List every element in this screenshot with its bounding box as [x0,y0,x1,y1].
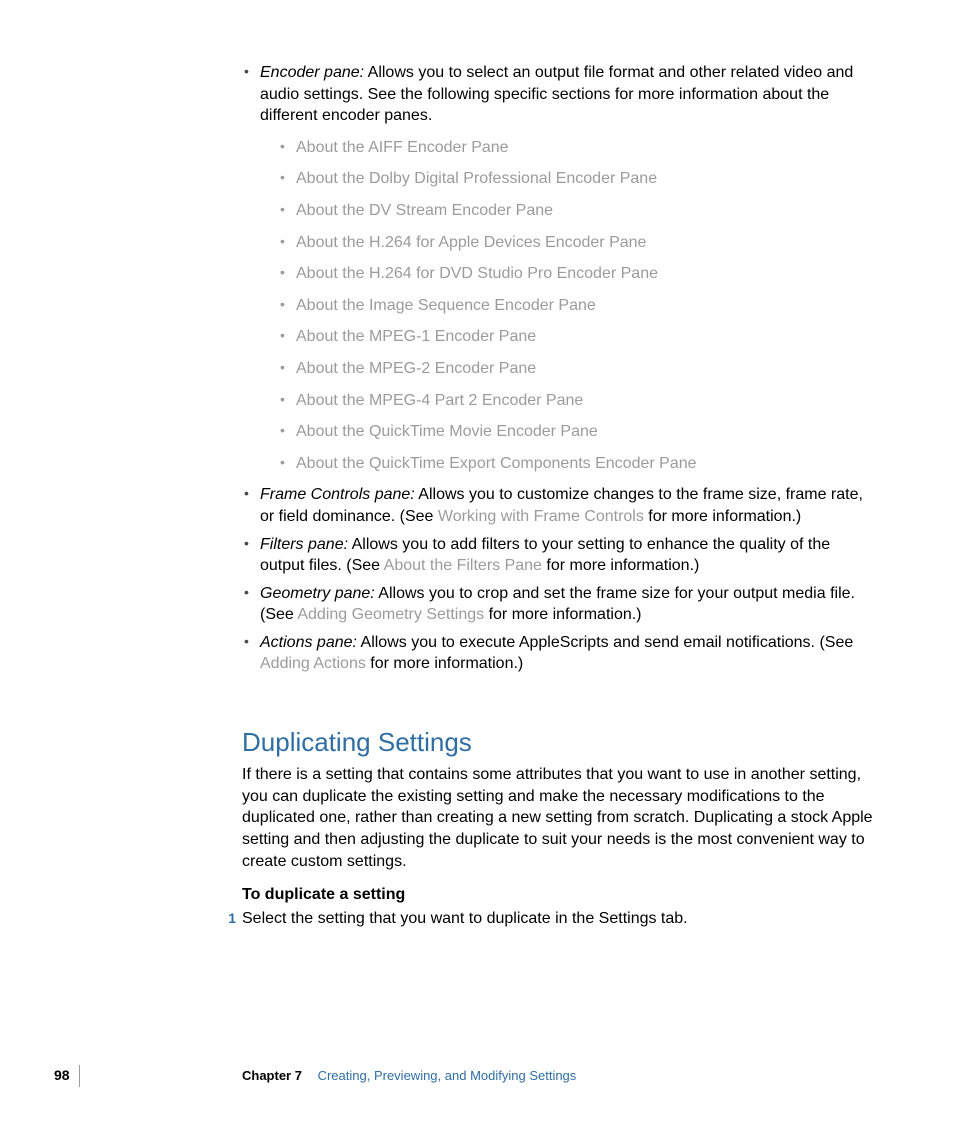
chapter-title: Creating, Previewing, and Modifying Sett… [318,1068,577,1083]
encoder-link[interactable]: About the AIFF Encoder Pane [296,139,509,156]
list-item: About the Dolby Digital Professional Enc… [278,168,876,190]
page: Encoder pane: Allows you to select an ou… [0,0,954,1145]
geometry-link[interactable]: Adding Geometry Settings [297,606,484,623]
actions-pane-item: Actions pane: Allows you to execute Appl… [242,632,876,675]
list-item: About the MPEG-2 Encoder Pane [278,358,876,380]
step-text: Select the setting that you want to dupl… [242,908,688,930]
list-item: About the QuickTime Export Components En… [278,453,876,475]
list-item: About the DV Stream Encoder Pane [278,200,876,222]
list-item: About the H.264 for DVD Studio Pro Encod… [278,263,876,285]
encoder-link[interactable]: About the Dolby Digital Professional Enc… [296,170,657,187]
list-item: About the AIFF Encoder Pane [278,137,876,159]
page-number: 98 [54,1066,70,1085]
encoder-pane-item: Encoder pane: Allows you to select an ou… [242,62,876,474]
panes-list: Encoder pane: Allows you to select an ou… [242,62,876,675]
filters-link[interactable]: About the Filters Pane [384,557,542,574]
section-heading: Duplicating Settings [242,725,876,760]
frame-after: for more information.) [644,508,801,525]
geometry-term: Geometry pane: [260,585,375,602]
procedure-heading: To duplicate a setting [242,884,876,906]
encoder-link[interactable]: About the DV Stream Encoder Pane [296,202,553,219]
step-number: 1 [214,909,236,928]
encoder-link[interactable]: About the QuickTime Movie Encoder Pane [296,423,598,440]
filters-pane-item: Filters pane: Allows you to add filters … [242,534,876,577]
filters-term: Filters pane: [260,536,348,553]
actions-term: Actions pane: [260,634,357,651]
frame-link[interactable]: Working with Frame Controls [438,508,644,525]
encoder-links-list: About the AIFF Encoder Pane About the Do… [260,137,876,475]
list-item: About the MPEG-4 Part 2 Encoder Pane [278,390,876,412]
chapter-label: Chapter 7 [242,1068,302,1083]
actions-before: Allows you to execute AppleScripts and s… [357,634,853,651]
filters-after: for more information.) [542,557,699,574]
page-footer: 98 Chapter 7 Creating, Previewing, and M… [0,1071,954,1095]
frame-controls-item: Frame Controls pane: Allows you to custo… [242,484,876,527]
actions-link[interactable]: Adding Actions [260,655,366,672]
list-item: About the Image Sequence Encoder Pane [278,295,876,317]
frame-term: Frame Controls pane: [260,486,415,503]
list-item: About the H.264 for Apple Devices Encode… [278,232,876,254]
encoder-link[interactable]: About the MPEG-1 Encoder Pane [296,328,536,345]
footer-divider [79,1065,80,1087]
section-body: If there is a setting that contains some… [242,764,876,872]
list-item: About the QuickTime Movie Encoder Pane [278,421,876,443]
content-area: Encoder pane: Allows you to select an ou… [242,62,876,929]
list-item: About the MPEG-1 Encoder Pane [278,326,876,348]
geometry-after: for more information.) [484,606,641,623]
encoder-link[interactable]: About the Image Sequence Encoder Pane [296,297,596,314]
actions-after: for more information.) [366,655,523,672]
encoder-link[interactable]: About the H.264 for DVD Studio Pro Encod… [296,265,658,282]
encoder-link[interactable]: About the QuickTime Export Components En… [296,455,697,472]
encoder-link[interactable]: About the H.264 for Apple Devices Encode… [296,234,646,251]
encoder-link[interactable]: About the MPEG-2 Encoder Pane [296,360,536,377]
footer-chapter: Chapter 7 Creating, Previewing, and Modi… [242,1067,576,1085]
encoder-term: Encoder pane: [260,64,364,81]
step-row: 1 Select the setting that you want to du… [214,908,876,930]
geometry-pane-item: Geometry pane: Allows you to crop and se… [242,583,876,626]
encoder-link[interactable]: About the MPEG-4 Part 2 Encoder Pane [296,392,583,409]
